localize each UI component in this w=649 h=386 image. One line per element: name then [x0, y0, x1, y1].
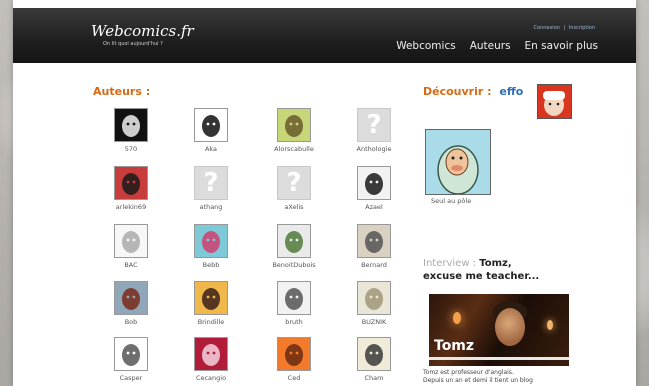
- site-header: Webcomics.fr On lit quoi aujourd'hui ? C…: [13, 8, 636, 63]
- author-cell[interactable]: Aka: [181, 108, 241, 153]
- author-cell[interactable]: Anthologie: [344, 108, 404, 153]
- photo-caption-bar: [429, 357, 569, 360]
- author-name[interactable]: BUZNIK: [344, 318, 404, 326]
- nav-en-savoir-plus[interactable]: En savoir plus: [525, 40, 598, 52]
- author-brindille-icon[interactable]: [194, 281, 228, 315]
- author-name[interactable]: Brindille: [181, 318, 241, 326]
- author-bebb-icon[interactable]: [194, 224, 228, 258]
- author-570-icon[interactable]: [114, 108, 148, 142]
- interview-photo-name: Tomz: [434, 338, 475, 354]
- login-link[interactable]: Connexion: [533, 25, 559, 31]
- author-name[interactable]: Alorscabulle: [264, 145, 324, 153]
- author-name[interactable]: Cham: [344, 374, 404, 382]
- author-name[interactable]: Bob: [101, 318, 161, 326]
- discover-label: Découvrir :: [423, 85, 492, 98]
- author-name[interactable]: Bebb: [181, 261, 241, 269]
- author-benoitdubois-icon[interactable]: [277, 224, 311, 258]
- author-name[interactable]: athang: [181, 203, 241, 211]
- auth-separator: |: [563, 25, 566, 31]
- discover-author-link[interactable]: effo: [499, 85, 523, 98]
- author-name[interactable]: Cecangio: [181, 374, 241, 382]
- interview-person[interactable]: Tomz,: [479, 258, 511, 269]
- author-cell[interactable]: Bernard: [344, 224, 404, 269]
- interview-description: Tomz est professeur d'anglais. Depuis un…: [423, 369, 573, 385]
- author-cell[interactable]: Bob: [101, 281, 161, 326]
- author-cell[interactable]: Cecangio: [181, 337, 241, 382]
- discover-heading: Découvrir : effo: [423, 85, 523, 98]
- author-cell[interactable]: Azael: [344, 166, 404, 211]
- interview-label: Interview :: [423, 258, 477, 269]
- author-name[interactable]: aXelis: [264, 203, 324, 211]
- auth-links: Connexion | Inscription: [532, 25, 596, 31]
- author-cell[interactable]: Casper: [101, 337, 161, 382]
- author-name[interactable]: Aka: [181, 145, 241, 153]
- author-ced-icon[interactable]: [277, 337, 311, 371]
- author-name[interactable]: 570: [101, 145, 161, 153]
- author-effo-icon: [538, 85, 571, 118]
- discover-comic-caption[interactable]: Seul au pôle: [431, 197, 471, 205]
- author-name[interactable]: Ced: [264, 374, 324, 382]
- author-alorscabulle-icon[interactable]: [277, 108, 311, 142]
- site-tagline: On lit quoi aujourd'hui ?: [103, 41, 163, 47]
- comic-seul-au-pole-icon: [426, 130, 490, 194]
- lamp-light: [453, 312, 461, 324]
- author-cell[interactable]: athang: [181, 166, 241, 211]
- author-arlekin69-icon[interactable]: [114, 166, 148, 200]
- author-bruth-icon[interactable]: [277, 281, 311, 315]
- interview-photo[interactable]: Tomz: [429, 294, 569, 366]
- author-name[interactable]: arlekin69: [101, 203, 161, 211]
- author-bob-icon[interactable]: [114, 281, 148, 315]
- author-name[interactable]: BenoitDubois: [264, 261, 324, 269]
- lamp-light: [547, 320, 553, 330]
- author-cell[interactable]: BAC: [101, 224, 161, 269]
- author-buznik-icon[interactable]: [357, 281, 391, 315]
- author-cell[interactable]: Alorscabulle: [264, 108, 324, 153]
- author-azael-icon[interactable]: [357, 166, 391, 200]
- page-container: Webcomics.fr On lit quoi aujourd'hui ? C…: [13, 0, 636, 386]
- author-cell[interactable]: Ced: [264, 337, 324, 382]
- author-cell[interactable]: 570: [101, 108, 161, 153]
- discover-author-avatar[interactable]: [537, 84, 572, 119]
- main-nav: Webcomics Auteurs En savoir plus: [396, 40, 598, 52]
- signup-link[interactable]: Inscription: [569, 25, 595, 31]
- author-cell[interactable]: Cham: [344, 337, 404, 382]
- placeholder-question-icon[interactable]: [357, 108, 391, 142]
- interview-desc-line: Tomz est professeur d'anglais.: [423, 369, 514, 376]
- placeholder-question-icon[interactable]: [277, 166, 311, 200]
- author-name[interactable]: Casper: [101, 374, 161, 382]
- author-name[interactable]: Anthologie: [344, 145, 404, 153]
- nav-auteurs[interactable]: Auteurs: [470, 40, 511, 52]
- interview-heading: Interview : Tomz,: [423, 258, 512, 269]
- author-casper-icon[interactable]: [114, 337, 148, 371]
- author-bac-icon[interactable]: [114, 224, 148, 258]
- authors-section-title: Auteurs :: [93, 85, 151, 98]
- author-cell[interactable]: BenoitDubois: [264, 224, 324, 269]
- author-name[interactable]: BAC: [101, 261, 161, 269]
- author-name[interactable]: bruth: [264, 318, 324, 326]
- author-cell[interactable]: arlekin69: [101, 166, 161, 211]
- author-name[interactable]: Bernard: [344, 261, 404, 269]
- site-logo[interactable]: Webcomics.fr: [91, 22, 194, 40]
- author-cham-icon[interactable]: [357, 337, 391, 371]
- author-name[interactable]: Azael: [344, 203, 404, 211]
- author-cecangio-icon[interactable]: [194, 337, 228, 371]
- discover-comic-thumbnail[interactable]: [425, 129, 491, 195]
- author-cell[interactable]: aXelis: [264, 166, 324, 211]
- nav-webcomics[interactable]: Webcomics: [396, 40, 455, 52]
- author-cell[interactable]: BUZNIK: [344, 281, 404, 326]
- author-cell[interactable]: Brindille: [181, 281, 241, 326]
- interview-subtitle[interactable]: excuse me teacher...: [423, 271, 539, 282]
- author-bernard-icon[interactable]: [357, 224, 391, 258]
- interview-desc-line: Depuis un an et demi il tient un blog: [423, 377, 533, 384]
- placeholder-question-icon[interactable]: [194, 166, 228, 200]
- author-cell[interactable]: Bebb: [181, 224, 241, 269]
- author-cell[interactable]: bruth: [264, 281, 324, 326]
- person-face: [495, 308, 525, 346]
- author-aka-icon[interactable]: [194, 108, 228, 142]
